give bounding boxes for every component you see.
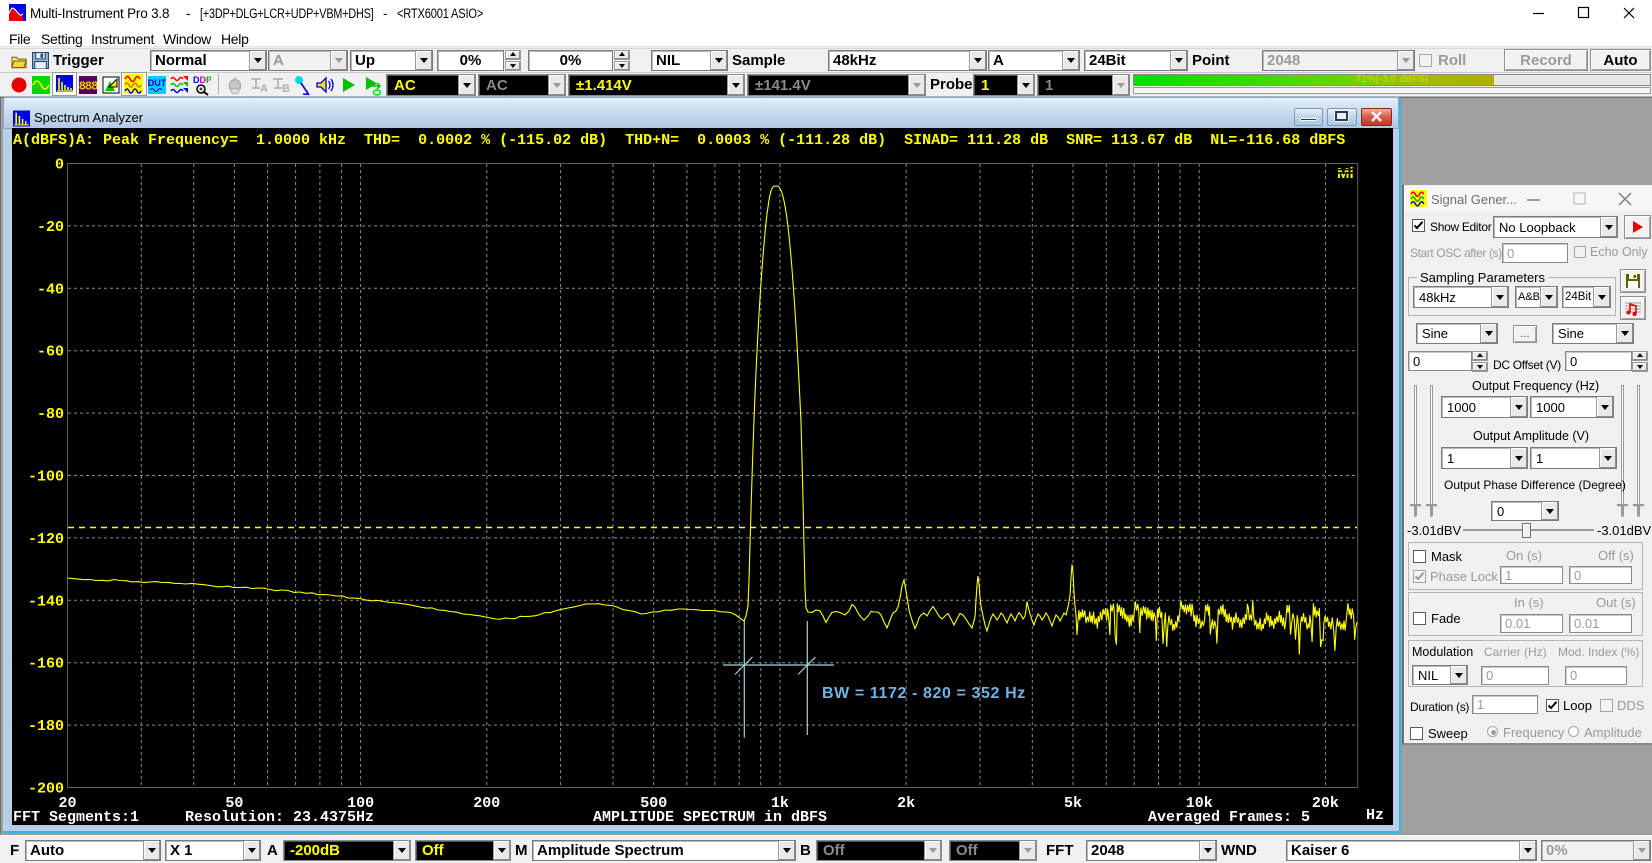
svg-text:-160: -160 [28, 656, 64, 673]
svg-text:FFT Segments:1: FFT Segments:1 [13, 809, 139, 825]
svg-text:AMPLITUDE SPECTRUM in dBFS: AMPLITUDE SPECTRUM in dBFS [593, 809, 827, 825]
svg-text:200: 200 [473, 795, 500, 812]
svg-text:BW = 1172 - 820 = 352 Hz: BW = 1172 - 820 = 352 Hz [822, 685, 1026, 702]
svg-text:-180: -180 [28, 718, 64, 735]
svg-text:-40: -40 [37, 281, 64, 298]
svg-text:5k: 5k [1064, 795, 1082, 812]
svg-text:-140: -140 [28, 593, 64, 610]
svg-text:-120: -120 [28, 531, 64, 548]
svg-text:Resolution: 23.4375Hz: Resolution: 23.4375Hz [185, 809, 374, 825]
svg-text:0: 0 [55, 157, 64, 174]
svg-text:-20: -20 [37, 219, 64, 236]
svg-text:A: A [260, 83, 268, 95]
svg-text:-80: -80 [37, 406, 64, 423]
svg-text:-60: -60 [37, 344, 64, 361]
svg-text:2k: 2k [897, 795, 915, 812]
svg-text:Hz: Hz [1366, 807, 1384, 824]
svg-text:B: B [282, 83, 290, 95]
svg-text:888: 888 [79, 80, 97, 94]
svg-text:DUT: DUT [148, 78, 166, 88]
svg-text:-100: -100 [28, 469, 64, 486]
svg-text:20k: 20k [1312, 795, 1339, 812]
svg-text:Averaged Frames: 5: Averaged Frames: 5 [1148, 809, 1310, 825]
svg-text:DDP: DDP [193, 75, 211, 85]
